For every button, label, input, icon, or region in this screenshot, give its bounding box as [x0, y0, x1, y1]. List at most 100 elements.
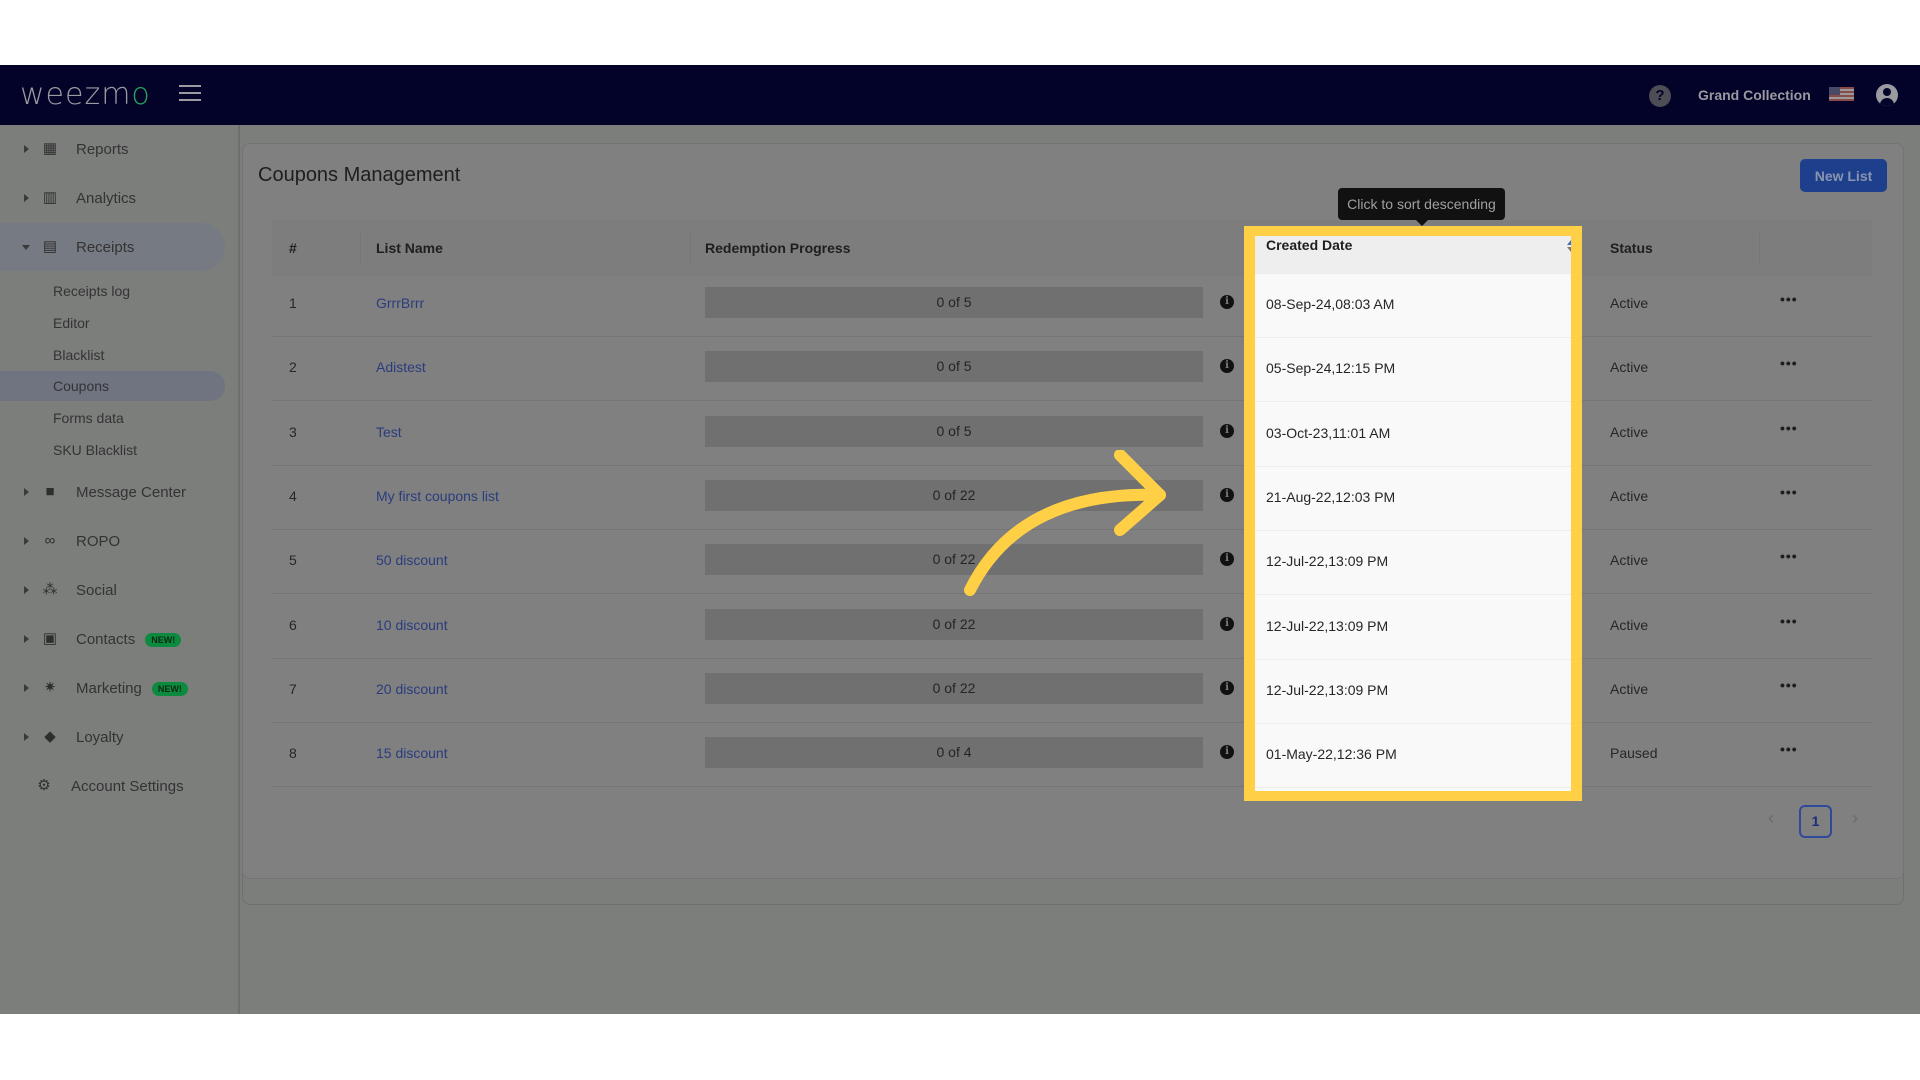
infinity-icon: ∞: [44, 532, 56, 549]
list-name-link[interactable]: 10 discount: [376, 617, 448, 633]
sort-descending-icon[interactable]: [1567, 247, 1571, 252]
sidebar-subitem-label: SKU Blacklist: [53, 442, 138, 458]
sidebar-item-label: Marketing NEW!: [76, 680, 188, 697]
hamburger-menu-icon[interactable]: [179, 85, 201, 103]
list-name-link[interactable]: Adistest: [376, 359, 426, 375]
sidebar-item-receipts[interactable]: ▤ Receipts: [0, 223, 225, 271]
sort-tooltip: Click to sort descending: [1338, 188, 1505, 226]
column-header-list-name[interactable]: List Name: [376, 240, 443, 256]
weezmo-logo[interactable]: weezmo: [20, 77, 151, 112]
sidebar-item-reports[interactable]: ▦ Reports: [0, 125, 225, 173]
contacts-label: Contacts: [76, 630, 136, 648]
info-icon[interactable]: i: [1220, 552, 1234, 567]
table-row: 1 GrrrBrrr 0 of 5 i Active •••: [272, 273, 1872, 337]
row-number: 8: [289, 745, 297, 762]
row-number: 2: [289, 359, 297, 376]
us-flag-icon[interactable]: [1829, 87, 1854, 101]
table-header: # List Name Redemption Progress Status: [272, 220, 1872, 276]
row-actions-menu-icon[interactable]: •••: [1780, 355, 1798, 371]
sidebar-item-analytics[interactable]: ▥ Analytics: [0, 174, 225, 222]
row-number: 5: [289, 552, 297, 569]
list-name-link[interactable]: 15 discount: [376, 745, 448, 761]
created-date-value: 08-Sep-24,08:03 AM: [1266, 296, 1395, 312]
sidebar: ▦ Reports ▥ Analytics ▤ Receipts Receipt…: [0, 125, 240, 1014]
info-icon[interactable]: i: [1220, 487, 1234, 502]
column-header-created-date[interactable]: Created Date: [1266, 237, 1352, 253]
info-icon[interactable]: i: [1220, 616, 1234, 631]
row-number: 4: [289, 487, 297, 504]
caret-right-icon: [24, 537, 29, 545]
account-name[interactable]: Grand Collection: [1698, 87, 1811, 103]
logo-o: o: [131, 77, 151, 112]
status-text: Active: [1610, 295, 1649, 311]
sidebar-item-account-settings[interactable]: ⚙ Account Settings: [0, 762, 225, 810]
column-divider: [690, 230, 691, 266]
list-name-link[interactable]: GrrrBrrr: [376, 295, 424, 311]
info-icon[interactable]: i: [1220, 359, 1234, 374]
row-actions-menu-icon[interactable]: •••: [1780, 548, 1798, 564]
column-header-number[interactable]: #: [289, 240, 297, 256]
created-date-cell: 05-Sep-24,12:15 PM: [1255, 338, 1571, 403]
sidebar-subitem-editor[interactable]: Editor: [0, 308, 225, 338]
pagination-page-1[interactable]: 1: [1799, 805, 1832, 838]
chat-icon: ■: [45, 483, 55, 500]
new-badge: NEW!: [151, 681, 188, 696]
column-header-status[interactable]: Status: [1610, 240, 1653, 256]
created-date-value: 01-May-22,12:36 PM: [1266, 746, 1397, 763]
status-text: Active: [1610, 423, 1649, 440]
list-name-link[interactable]: My first coupons list: [376, 488, 499, 504]
people-icon: ⁂: [42, 581, 58, 598]
table-row: 7 20 discount 0 of 22 i Active •••: [272, 659, 1872, 723]
info-icon[interactable]: i: [1220, 423, 1234, 438]
user-circle-icon[interactable]: [1876, 84, 1898, 106]
sidebar-subitem-blacklist[interactable]: Blacklist: [0, 340, 225, 370]
row-actions-menu-icon[interactable]: •••: [1780, 613, 1798, 629]
redemption-progress-bar: 0 of 4: [705, 737, 1203, 769]
sidebar-item-label: Social: [76, 581, 117, 599]
sidebar-item-social[interactable]: ⁂ Social: [0, 566, 225, 614]
status-text: Active: [1610, 552, 1649, 569]
list-name-link[interactable]: 50 discount: [376, 552, 448, 568]
sort-ascending-icon[interactable]: [1567, 240, 1571, 245]
row-actions-menu-icon[interactable]: •••: [1780, 420, 1798, 436]
sidebar-item-marketing[interactable]: ✷ Marketing NEW!: [0, 664, 225, 712]
dashboard-icon: ▦: [42, 140, 58, 157]
row-number: 7: [289, 680, 297, 697]
status-text: Active: [1610, 359, 1649, 376]
pagination-prev-button[interactable]: ‹: [1768, 808, 1774, 829]
sidebar-item-label: Loyalty: [76, 728, 124, 746]
sidebar-subitem-coupons[interactable]: Coupons: [0, 371, 225, 401]
new-list-button[interactable]: New List: [1800, 159, 1887, 192]
sidebar-subitem-forms-data[interactable]: Forms data: [0, 403, 225, 433]
row-actions-menu-icon[interactable]: •••: [1780, 291, 1798, 307]
row-actions-menu-icon[interactable]: •••: [1780, 741, 1798, 757]
analytics-icon: ▥: [42, 189, 58, 206]
sidebar-item-loyalty[interactable]: ◆ Loyalty: [0, 713, 225, 761]
help-icon[interactable]: ?: [1649, 85, 1671, 107]
created-date-cell: 01-May-22,12:36 PM: [1255, 724, 1571, 789]
info-icon[interactable]: i: [1220, 295, 1234, 309]
pagination-next-button[interactable]: ›: [1852, 808, 1858, 829]
created-date-cell: 12-Jul-22,13:09 PM: [1255, 531, 1571, 596]
sidebar-subitem-sku-blacklist[interactable]: SKU Blacklist: [0, 435, 225, 465]
receipt-icon: ▤: [42, 238, 58, 255]
sidebar-item-message-center[interactable]: ■ Message Center: [0, 468, 225, 516]
list-name-link[interactable]: Test: [376, 424, 402, 440]
created-date-value: 05-Sep-24,12:15 PM: [1266, 360, 1396, 377]
created-date-cell: 12-Jul-22,13:09 PM: [1255, 596, 1571, 660]
list-name-link[interactable]: 20 discount: [376, 681, 448, 697]
top-bar: weezmo ? Grand Collection: [0, 65, 1920, 125]
status-text: Active: [1610, 680, 1649, 697]
row-actions-menu-icon[interactable]: •••: [1780, 484, 1798, 500]
info-icon[interactable]: i: [1220, 745, 1234, 760]
sidebar-subitem-receipts-log[interactable]: Receipts log: [0, 276, 225, 306]
row-actions-menu-icon[interactable]: •••: [1780, 677, 1798, 693]
sidebar-item-ropo[interactable]: ∞ ROPO: [0, 517, 225, 565]
sidebar-item-label: Message Center: [76, 483, 187, 501]
info-icon[interactable]: i: [1220, 680, 1234, 695]
sidebar-subitem-label: Forms data: [53, 410, 124, 426]
sidebar-item-contacts[interactable]: ▣ Contacts NEW!: [0, 615, 225, 663]
column-header-redemption-progress[interactable]: Redemption Progress: [705, 240, 850, 256]
status-text: Active: [1610, 487, 1649, 504]
gear-icon: ⚙: [37, 777, 51, 794]
